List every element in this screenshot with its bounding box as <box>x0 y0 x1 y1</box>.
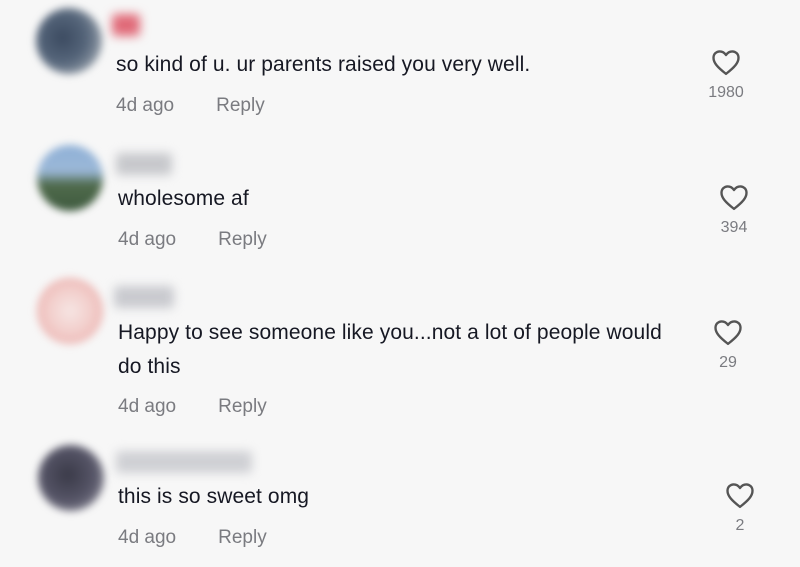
comment-item: Happy to see someone like you...not a lo… <box>0 270 800 435</box>
comment-time: 4d ago <box>116 95 175 116</box>
heart-icon[interactable] <box>725 481 755 509</box>
comment-item: this is so sweet omg 4d ago Reply 2 <box>0 435 800 567</box>
username-redacted[interactable] <box>112 14 140 36</box>
comment-meta: 4d ago Reply <box>116 95 265 117</box>
reply-button[interactable]: Reply <box>218 527 267 549</box>
avatar[interactable] <box>36 8 102 74</box>
like-button[interactable]: 1980 <box>696 48 756 102</box>
like-button[interactable]: 394 <box>704 183 764 237</box>
comment-time: 4d ago <box>118 396 177 417</box>
reply-button[interactable]: Reply <box>218 229 267 251</box>
comment-time: 4d ago <box>118 527 177 548</box>
comment-text: Happy to see someone like you...not a lo… <box>118 321 662 378</box>
comment-meta: 4d ago Reply <box>118 527 267 549</box>
like-count: 394 <box>720 219 748 236</box>
like-count: 29 <box>719 354 737 371</box>
like-button[interactable]: 2 <box>710 481 770 535</box>
like-button[interactable]: 29 <box>698 318 758 372</box>
comment-text: so kind of u. ur parents raised you very… <box>116 53 531 76</box>
username-redacted[interactable] <box>116 451 252 473</box>
avatar[interactable] <box>37 145 103 211</box>
like-count: 2 <box>735 517 745 534</box>
reply-button[interactable]: Reply <box>218 396 267 418</box>
comment-meta: 4d ago Reply <box>118 229 267 251</box>
comment-text: wholesome af <box>118 187 249 210</box>
comment-meta: 4d ago Reply <box>118 396 267 418</box>
heart-icon[interactable] <box>713 318 743 346</box>
like-count: 1980 <box>708 84 744 101</box>
comment-time: 4d ago <box>118 229 177 250</box>
reply-button[interactable]: Reply <box>216 95 265 117</box>
avatar[interactable] <box>37 278 103 344</box>
avatar[interactable] <box>38 445 104 511</box>
comment-item: wholesome af 4d ago Reply 394 <box>0 135 800 270</box>
heart-icon[interactable] <box>719 183 749 211</box>
username-redacted[interactable] <box>116 153 172 175</box>
comment-text: this is so sweet omg <box>118 485 310 508</box>
heart-icon[interactable] <box>711 48 741 76</box>
comment-item: so kind of u. ur parents raised you very… <box>0 0 800 135</box>
username-redacted[interactable] <box>114 286 174 308</box>
